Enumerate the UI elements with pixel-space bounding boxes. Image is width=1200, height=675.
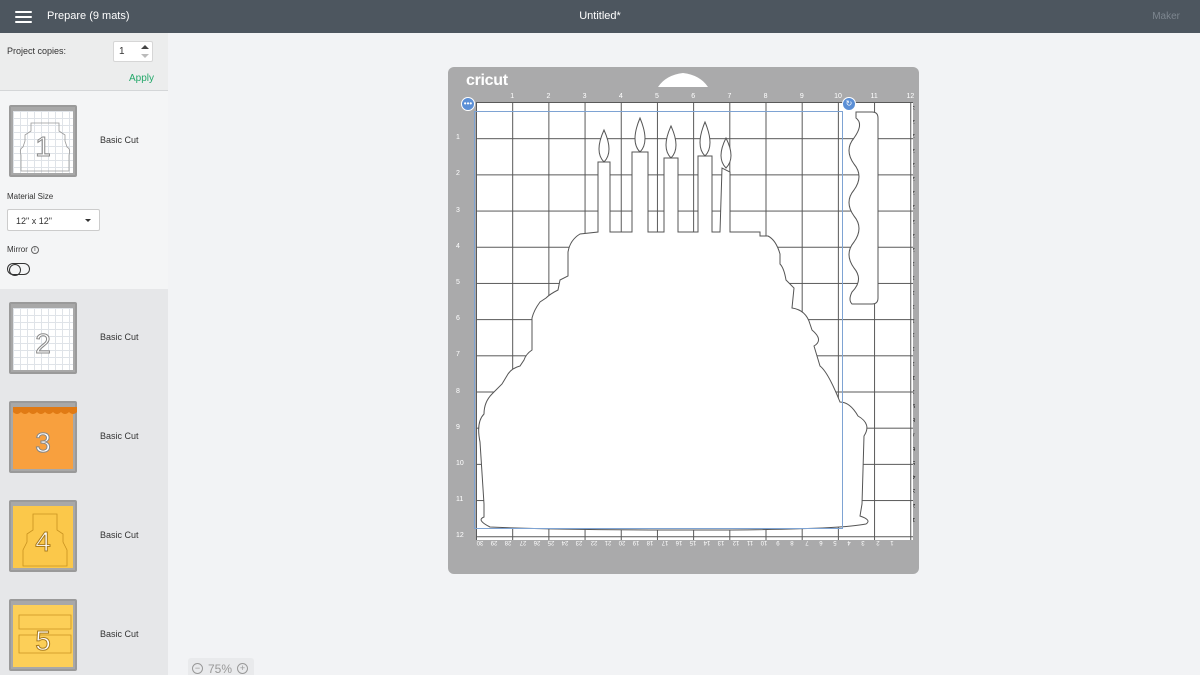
selected-mat-panel: 1 Basic Cut Material Size 12" x 12" Mirr… xyxy=(0,91,168,289)
candle-flame xyxy=(665,124,677,159)
ruler-tick-label: 3 xyxy=(582,93,587,100)
stepper-up-icon[interactable] xyxy=(141,45,149,49)
mat-cut-label: Basic Cut xyxy=(100,431,139,441)
scallop-border-shape xyxy=(848,111,879,305)
mat-cut-label: Basic Cut xyxy=(100,332,139,342)
ruler-tick-label: 12 xyxy=(906,93,915,100)
zoom-out-icon[interactable]: − xyxy=(192,663,203,674)
candle-flame xyxy=(720,136,732,169)
mat-number: 1 xyxy=(35,131,52,163)
candle-flame xyxy=(699,120,711,157)
project-copies-input[interactable]: 1 xyxy=(113,41,153,62)
stepper-down-icon[interactable] xyxy=(141,54,149,58)
ruler-tick-label: 11 xyxy=(456,496,464,504)
document-title: Untitled* xyxy=(579,10,621,22)
info-icon[interactable]: i xyxy=(30,245,39,254)
ruler-tick-label: 1 xyxy=(456,134,460,142)
ruler-bottom: 30 29 28 27 26 25 24 23 22 21 20 19 18 17 16 15 14 13 12 11… xyxy=(476,539,913,549)
material-size-label: Material Size xyxy=(7,192,54,201)
more-options-icon[interactable]: ••• xyxy=(461,97,475,111)
ruler-tick-label: 7 xyxy=(456,351,460,359)
mat-item-4[interactable]: 4 Basic Cut xyxy=(0,486,168,578)
zoom-in-icon[interactable]: + xyxy=(237,663,248,674)
mat-number: 5 xyxy=(35,625,52,657)
ruler-tick-label: 6 xyxy=(691,93,696,100)
mat-sidebar: Project copies: 1 Apply 1 Basic Cut Mate… xyxy=(0,33,168,675)
material-size-value: 12" x 12" xyxy=(16,216,52,226)
mat-grid[interactable] xyxy=(476,102,913,540)
ruler-tick-label: 12 xyxy=(456,532,464,540)
rotate-icon[interactable]: ↻ xyxy=(842,97,856,111)
ruler-tick-label: 4 xyxy=(618,93,623,100)
project-copies-label: Project copies: xyxy=(7,46,67,56)
apply-button[interactable]: Apply xyxy=(129,73,154,84)
zoom-level: 75% xyxy=(208,662,233,675)
ruler-tick-label: 5 xyxy=(655,93,659,100)
mat-thumbnail[interactable]: 2 xyxy=(9,302,77,374)
ruler-tick-label: 2 xyxy=(456,170,460,178)
project-copies-panel: Project copies: 1 Apply xyxy=(0,33,168,91)
ruler-tick-label: 7 xyxy=(727,93,732,100)
machine-name[interactable]: Maker xyxy=(1152,11,1180,22)
ruler-tick-label: 8 xyxy=(456,387,460,395)
chevron-down-icon xyxy=(85,219,91,222)
ruler-tick-label: 6 xyxy=(456,315,460,323)
mat-item-2[interactable]: 2 Basic Cut xyxy=(0,288,168,380)
mirror-toggle[interactable] xyxy=(7,263,30,276)
cake-shape xyxy=(478,151,869,531)
cricut-logo: cricut xyxy=(466,72,508,89)
top-bar: Prepare (9 mats) Untitled* Maker xyxy=(0,0,1200,33)
mat-cut-label: Basic Cut xyxy=(100,629,139,639)
ruler-tick-label: 2 xyxy=(546,93,551,100)
mat-number: 3 xyxy=(35,427,52,459)
ruler-tick-label: 5 xyxy=(456,279,460,286)
mat-cut-label: Basic Cut xyxy=(100,530,139,540)
hang-tab-icon xyxy=(658,73,708,87)
ruler-tick-label: 8 xyxy=(763,93,768,100)
ruler-tick-label: 9 xyxy=(456,423,460,431)
project-copies-value: 1 xyxy=(119,46,125,57)
ruler-tick-label: 3 xyxy=(456,206,460,214)
candle-flame xyxy=(634,116,646,153)
mat-thumbnail[interactable]: 4 xyxy=(9,500,77,572)
ruler-left: 1 2 3 4 5 6 7 8 9 10 11 12 xyxy=(456,102,470,540)
copies-stepper[interactable] xyxy=(141,44,149,59)
mat-thumbnail[interactable]: 1 xyxy=(9,105,77,177)
zoom-control: − 75% + xyxy=(188,658,254,675)
ruler-tick-label: 9 xyxy=(799,93,804,100)
mat-thumbnail[interactable]: 5 xyxy=(9,599,77,671)
candle-flame xyxy=(598,128,610,163)
material-size-select[interactable]: 12" x 12" xyxy=(7,209,100,231)
mirror-label-row: Mirror i xyxy=(7,245,39,254)
mat-item-3[interactable]: 3 Basic Cut xyxy=(0,387,168,479)
ruler-tick-label: 4 xyxy=(456,242,460,250)
ruler-tick-label: 10 xyxy=(834,93,842,100)
ruler-tick-label: 11 xyxy=(870,93,878,100)
mat-thumbnail[interactable]: 3 xyxy=(9,401,77,473)
cake-design[interactable] xyxy=(476,102,913,540)
mat-item-1[interactable]: 1 Basic Cut xyxy=(0,91,168,183)
mat-number: 2 xyxy=(35,328,52,360)
mirror-label: Mirror xyxy=(7,245,28,254)
scallop-thumbnail-icon xyxy=(13,407,77,414)
mat-cut-label: Basic Cut xyxy=(100,135,139,145)
cutting-mat-preview: cricut 123456789101112 123456789101112 3… xyxy=(448,67,919,574)
mat-number: 4 xyxy=(35,526,52,558)
ruler-tick-label: 10 xyxy=(456,460,464,467)
ruler-tick-label: 1 xyxy=(510,93,515,100)
mat-item-5[interactable]: 5 Basic Cut xyxy=(0,585,168,675)
